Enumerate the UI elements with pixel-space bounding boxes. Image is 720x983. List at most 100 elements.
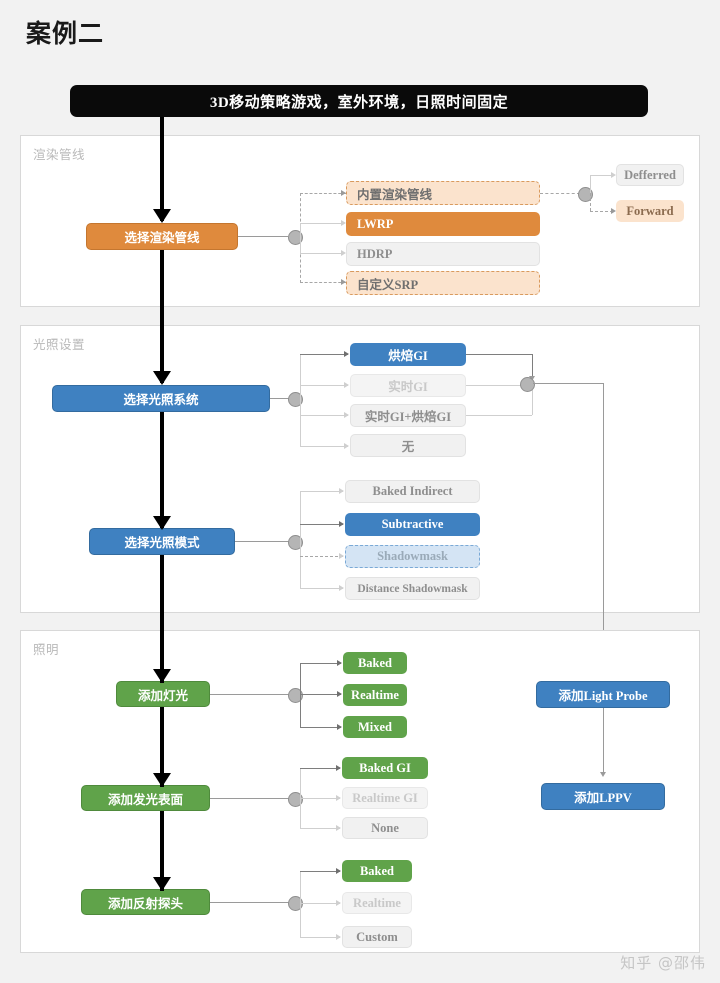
arrowhead-icon xyxy=(339,552,344,559)
main-flow-line xyxy=(160,250,164,383)
node-select-render-pipeline[interactable]: 选择渲染管线 xyxy=(86,223,238,250)
branch-line xyxy=(300,354,348,355)
arrowhead-icon xyxy=(337,659,342,666)
branch-line xyxy=(300,415,348,416)
option-distance-shadowmask[interactable]: Distance Shadowmask xyxy=(345,577,480,600)
node-add-lppv[interactable]: 添加LPPV xyxy=(541,783,665,810)
node-add-light-probe[interactable]: 添加Light Probe xyxy=(536,681,670,708)
panel-lighting-settings: 光照设置 xyxy=(20,325,700,613)
branch-line xyxy=(300,446,348,447)
node-add-light[interactable]: 添加灯光 xyxy=(116,681,210,707)
option-probe-custom[interactable]: Custom xyxy=(342,926,412,948)
main-flow-arrowhead-icon xyxy=(153,877,171,891)
arrowhead-icon xyxy=(599,772,606,777)
arrowhead-icon xyxy=(339,487,344,494)
branch-spine xyxy=(590,175,591,194)
branch-spine xyxy=(300,223,301,254)
node-select-lighting-mode[interactable]: 选择光照模式 xyxy=(89,528,235,555)
branch-line xyxy=(300,727,341,728)
branch-line xyxy=(300,491,343,492)
arrowhead-icon xyxy=(344,411,349,418)
branch-line xyxy=(590,175,613,176)
branch-line xyxy=(300,588,343,589)
branch-line-dashed xyxy=(300,193,346,194)
panel-label-illumination: 照明 xyxy=(33,643,60,657)
branch-line xyxy=(300,223,344,224)
arrowhead-icon xyxy=(337,690,342,697)
arrowhead-icon xyxy=(336,867,341,874)
branch-line-dashed xyxy=(540,193,580,194)
arrowhead-icon xyxy=(344,442,349,449)
main-flow-arrowhead-icon xyxy=(153,209,171,223)
long-connector-line xyxy=(533,383,603,384)
arrowhead-icon xyxy=(336,794,341,801)
main-flow-line xyxy=(160,555,164,683)
merge-line xyxy=(466,385,526,386)
branch-line xyxy=(300,768,340,769)
option-light-realtime[interactable]: Realtime xyxy=(343,684,407,706)
arrowhead-icon xyxy=(344,350,349,357)
option-shadowmask[interactable]: Shadowmask xyxy=(345,545,480,568)
arrowhead-icon xyxy=(336,764,341,771)
branch-spine-dashed xyxy=(590,193,591,211)
connector-line xyxy=(210,902,290,903)
arrowhead-icon xyxy=(339,584,344,591)
merge-line xyxy=(532,390,533,415)
branch-line xyxy=(300,871,340,872)
branch-line xyxy=(300,663,341,664)
merge-hub-dot xyxy=(520,377,535,392)
scenario-banner: 3D移动策略游戏，室外环境，日照时间固定 xyxy=(70,85,648,117)
node-add-emissive-surface[interactable]: 添加发光表面 xyxy=(81,785,210,811)
main-flow-line xyxy=(160,117,164,221)
option-none-gi[interactable]: 无 xyxy=(350,434,466,457)
option-emissive-realtime-gi[interactable]: Realtime GI xyxy=(342,787,428,809)
arrowhead-icon xyxy=(339,520,344,527)
option-probe-baked[interactable]: Baked xyxy=(342,860,412,882)
connector-line xyxy=(603,708,604,775)
option-subtractive[interactable]: Subtractive xyxy=(345,513,480,536)
long-connector-line xyxy=(603,383,604,672)
option-lwrp[interactable]: LWRP xyxy=(346,212,540,236)
option-realtime-plus-baked-gi[interactable]: 实时GI+烘焙GI xyxy=(350,404,466,427)
arrowhead-icon xyxy=(336,933,341,940)
branch-line xyxy=(300,253,344,254)
branch-spine xyxy=(300,354,301,446)
branch-line xyxy=(300,524,343,525)
option-baked-gi[interactable]: 烘焙GI xyxy=(350,343,466,366)
connector-line xyxy=(238,236,288,237)
option-light-baked[interactable]: Baked xyxy=(343,652,407,674)
arrowhead-icon xyxy=(337,723,342,730)
option-light-mixed[interactable]: Mixed xyxy=(343,716,407,738)
merge-line xyxy=(466,354,532,355)
branch-line xyxy=(300,937,340,938)
merge-line xyxy=(466,415,532,416)
option-emissive-none[interactable]: None xyxy=(342,817,428,839)
option-hdrp[interactable]: HDRP xyxy=(346,242,540,266)
node-add-reflection-probe[interactable]: 添加反射探头 xyxy=(81,889,210,915)
panel-label-render-pipeline: 渲染管线 xyxy=(33,148,86,162)
option-deferred[interactable]: Defferred xyxy=(616,164,684,186)
option-custom-srp[interactable]: 自定义SRP xyxy=(346,271,540,295)
option-baked-indirect[interactable]: Baked Indirect xyxy=(345,480,480,503)
option-probe-realtime[interactable]: Realtime xyxy=(342,892,412,914)
connector-line xyxy=(210,798,290,799)
main-flow-arrowhead-icon xyxy=(153,516,171,530)
branch-line xyxy=(300,385,348,386)
option-emissive-baked-gi[interactable]: Baked GI xyxy=(342,757,428,779)
arrowhead-icon xyxy=(336,824,341,831)
branch-spine xyxy=(300,663,301,727)
option-realtime-gi[interactable]: 实时GI xyxy=(350,374,466,397)
watermark: 知乎 @邵伟 xyxy=(620,954,706,972)
main-flow-arrowhead-icon xyxy=(153,371,171,385)
option-forward[interactable]: Forward xyxy=(616,200,684,222)
branch-line-dashed xyxy=(590,211,613,212)
node-select-lighting-system[interactable]: 选择光照系统 xyxy=(52,385,270,412)
connector-line xyxy=(210,694,290,695)
panel-label-lighting-settings: 光照设置 xyxy=(33,338,86,352)
option-builtin-rp[interactable]: 内置渲染管线 xyxy=(346,181,540,205)
branch-line-dashed xyxy=(300,556,343,557)
connector-line xyxy=(270,398,290,399)
branch-line xyxy=(300,694,341,695)
branch-spine xyxy=(300,491,301,588)
connector-line xyxy=(235,541,290,542)
